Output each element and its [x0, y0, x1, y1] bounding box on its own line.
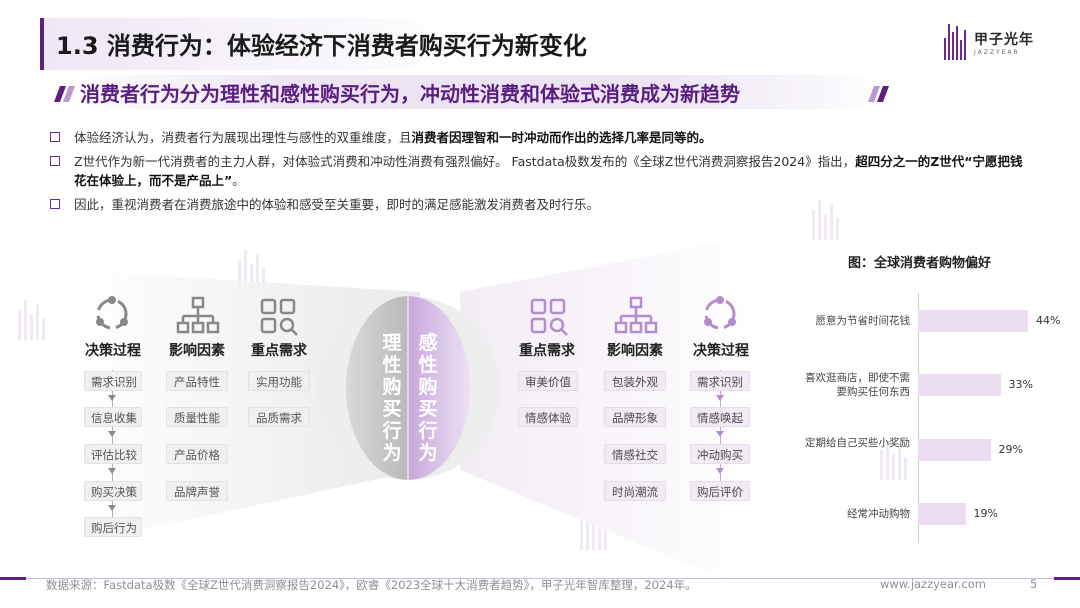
right-col1-item: 情感体验: [518, 407, 578, 427]
right-col1-item: 审美价值: [518, 371, 578, 391]
grid-search-icon: [530, 298, 568, 336]
emotional-behavior-label: 感性购买行为: [418, 332, 438, 464]
hierarchy-icon: [176, 296, 220, 334]
chart-category-label: 经常冲动购物: [847, 508, 910, 520]
chart-bar: [918, 439, 991, 461]
chart-category-label: 定期给自己买些小奖励: [805, 437, 910, 449]
arrow-down-icon: [108, 431, 116, 437]
arrow-down-icon: [716, 395, 724, 401]
hierarchy-icon: [614, 296, 658, 334]
chart-value-label: 19%: [973, 507, 998, 520]
chart-bar: [918, 374, 1001, 396]
right-col2-item: 时尚潮流: [604, 481, 666, 501]
right-col3-item: 情感唤起: [690, 407, 750, 427]
left-col2-item: 质量性能: [166, 407, 228, 427]
right-col3-head: 决策过程: [693, 343, 749, 359]
right-col2-item: 包装外观: [604, 371, 666, 391]
footer-accent: [1054, 577, 1080, 580]
arrow-down-icon: [716, 431, 724, 437]
arrow-down-icon: [716, 468, 724, 474]
chart-bar: [918, 310, 1028, 332]
left-col1-item: 购后行为: [84, 517, 142, 537]
right-col3-item: 冲动购买: [690, 444, 750, 464]
footer-accent: [0, 577, 26, 580]
right-col3-item: 购后评价: [690, 481, 750, 501]
left-col2-item: 产品价格: [166, 444, 228, 464]
left-col1-item: 信息收集: [84, 407, 142, 427]
arrow-down-icon: [108, 395, 116, 401]
chart-value-label: 29%: [998, 443, 1023, 456]
left-col1-item: 评估比较: [84, 444, 142, 464]
page-number: 5: [1030, 577, 1038, 591]
arrow-down-icon: [108, 468, 116, 474]
grid-search-icon: [260, 298, 298, 336]
cycle-icon: [704, 296, 736, 330]
left-col2-item: 品牌声誉: [166, 481, 228, 501]
chart-value-label: 44%: [1036, 314, 1061, 327]
chart-value-label: 33%: [1008, 378, 1033, 391]
right-col2-head: 影响因素: [607, 343, 663, 359]
left-col3-item: 品质需求: [248, 407, 310, 427]
chart-bar: [918, 503, 966, 525]
right-col3-item: 需求识别: [690, 371, 750, 391]
left-col3-head: 重点需求: [251, 343, 307, 359]
footer-url: www.jazzyear.com: [880, 577, 986, 591]
left-col2-head: 影响因素: [169, 343, 225, 359]
left-col2-item: 产品特性: [166, 371, 228, 391]
left-col1-item: 购买决策: [84, 481, 142, 501]
footer-source: 数据来源：Fastdata极数《全球Z世代消费洞察报告2024》，欧睿《2023…: [46, 578, 697, 592]
arrow-down-icon: [108, 505, 116, 511]
right-col1-head: 重点需求: [519, 343, 575, 359]
rational-behavior-label: 理性购买行为: [382, 332, 402, 464]
left-col3-item: 实用功能: [248, 371, 310, 391]
chart-category-label: 喜欢逛商店，即使不需要购买任何东西: [805, 372, 910, 398]
chart-title: 图：全球消费者购物偏好: [848, 256, 992, 271]
right-col2-item: 品牌形象: [604, 407, 666, 427]
right-col2-item: 情感社交: [604, 444, 666, 464]
cycle-icon: [96, 296, 128, 330]
left-col1-item: 需求识别: [84, 371, 142, 391]
chart-category-label: 愿意为节省时间花钱: [815, 315, 911, 327]
left-col1-head: 决策过程: [85, 343, 141, 359]
